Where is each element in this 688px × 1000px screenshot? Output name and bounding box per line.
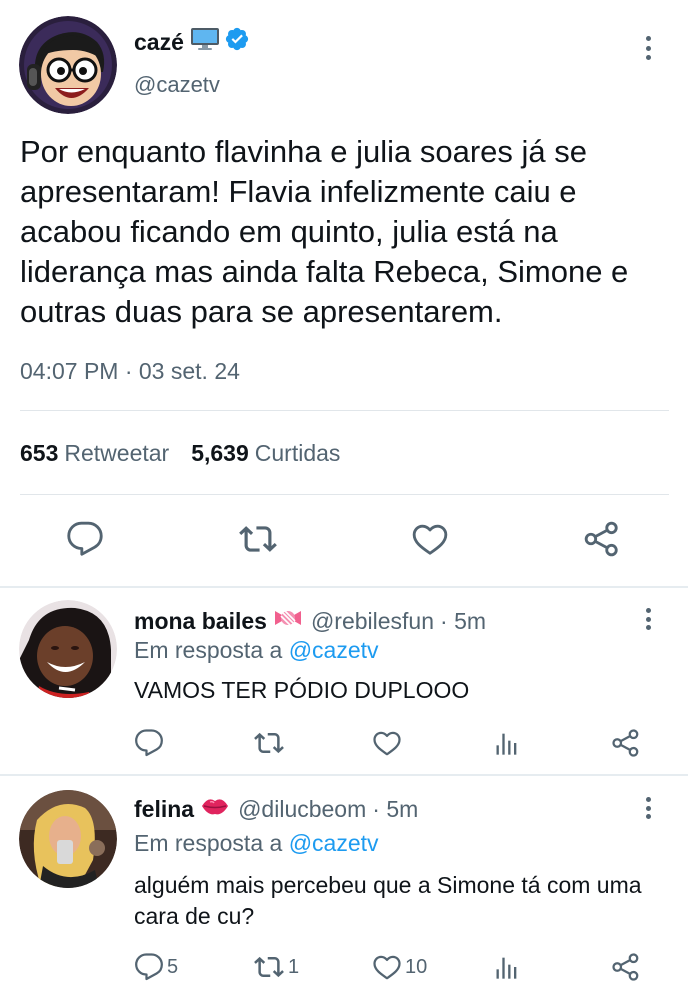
reply-author-handle[interactable]: @rebilesfun (311, 608, 434, 635)
reply-author-handle[interactable]: @dilucbeom (238, 796, 366, 823)
reply-text: VAMOS TER PÓDIO DUPLOOO (134, 677, 470, 703)
computer-emoji-icon (190, 27, 220, 57)
like-label[interactable]: Curtidas (255, 440, 341, 466)
author-name[interactable]: cazé (134, 29, 184, 56)
reply-context: Em resposta a @cazetv (134, 637, 379, 664)
reply-author-name[interactable]: felina (134, 796, 194, 823)
like-count[interactable]: 5,639 (191, 440, 249, 466)
retweet-label[interactable]: Retweetar (64, 440, 169, 466)
retweet-icon[interactable]: 1 (253, 952, 299, 982)
share-icon[interactable] (611, 952, 641, 982)
main-tweet: cazé @cazetv Por enquanto flavinha e jul… (0, 0, 688, 586)
reply-count: 5 (167, 955, 179, 978)
retweet-icon[interactable] (238, 520, 278, 558)
reply-tweet[interactable]: felina @dilucbeom · 5m Em resposta a @ca… (0, 776, 688, 1000)
reply-icon[interactable] (134, 728, 167, 758)
reply-text: alguém mais percebeu que a Simone tá com… (134, 872, 642, 929)
retweet-count[interactable]: 653 (20, 440, 58, 466)
candy-emoji-icon (273, 605, 303, 637)
cazetv-avatar[interactable] (19, 16, 117, 114)
verified-icon (224, 26, 250, 58)
retweet-count: 1 (288, 955, 300, 978)
more-icon[interactable] (645, 797, 651, 819)
retweet-icon[interactable] (253, 728, 288, 758)
tweet-timestamp[interactable]: 04:07 PM · 03 set. 24 (20, 358, 240, 385)
main-tweet-actions (0, 518, 688, 562)
reply-context: Em resposta a @cazetv (134, 830, 379, 857)
reply-icon[interactable]: 5 (134, 952, 178, 982)
reply-time[interactable]: · 5m (372, 796, 418, 823)
reply-prefix: Em resposta a (134, 830, 283, 856)
reply-tweet[interactable]: mona bailes @rebilesfun · 5m Em resposta… (0, 588, 688, 773)
like-icon[interactable]: 10 (372, 952, 427, 982)
like-icon[interactable] (372, 728, 405, 758)
reply-author-name[interactable]: mona bailes (134, 608, 267, 635)
like-icon[interactable] (411, 520, 449, 558)
more-icon[interactable] (645, 608, 651, 630)
reply-header: mona bailes @rebilesfun · 5m (134, 605, 486, 637)
divider (20, 410, 669, 411)
author-handle[interactable]: @cazetv (134, 72, 220, 98)
share-icon[interactable] (611, 728, 641, 758)
reply-icon[interactable] (66, 520, 104, 558)
reply-mention-link[interactable]: @cazetv (289, 637, 379, 663)
like-count: 10 (405, 955, 428, 978)
tweet-text: Por enquanto flavinha e julia soares já … (20, 134, 629, 329)
more-icon[interactable] (645, 36, 651, 60)
views-icon[interactable] (493, 952, 521, 982)
reply-avatar[interactable] (19, 790, 117, 888)
reply-header: felina @dilucbeom · 5m (134, 794, 418, 824)
reply-time[interactable]: · 5m (440, 608, 486, 635)
reply-avatar[interactable] (19, 600, 117, 698)
tweet-stats: 653 Retweetar 5,639 Curtidas (20, 440, 340, 467)
reply-mention-link[interactable]: @cazetv (289, 830, 379, 856)
views-icon[interactable] (493, 728, 521, 758)
share-icon[interactable] (583, 520, 621, 558)
reply-prefix: Em resposta a (134, 637, 283, 663)
divider (20, 494, 669, 495)
author-name-line[interactable]: cazé (134, 26, 250, 58)
lips-emoji-icon (200, 794, 230, 824)
